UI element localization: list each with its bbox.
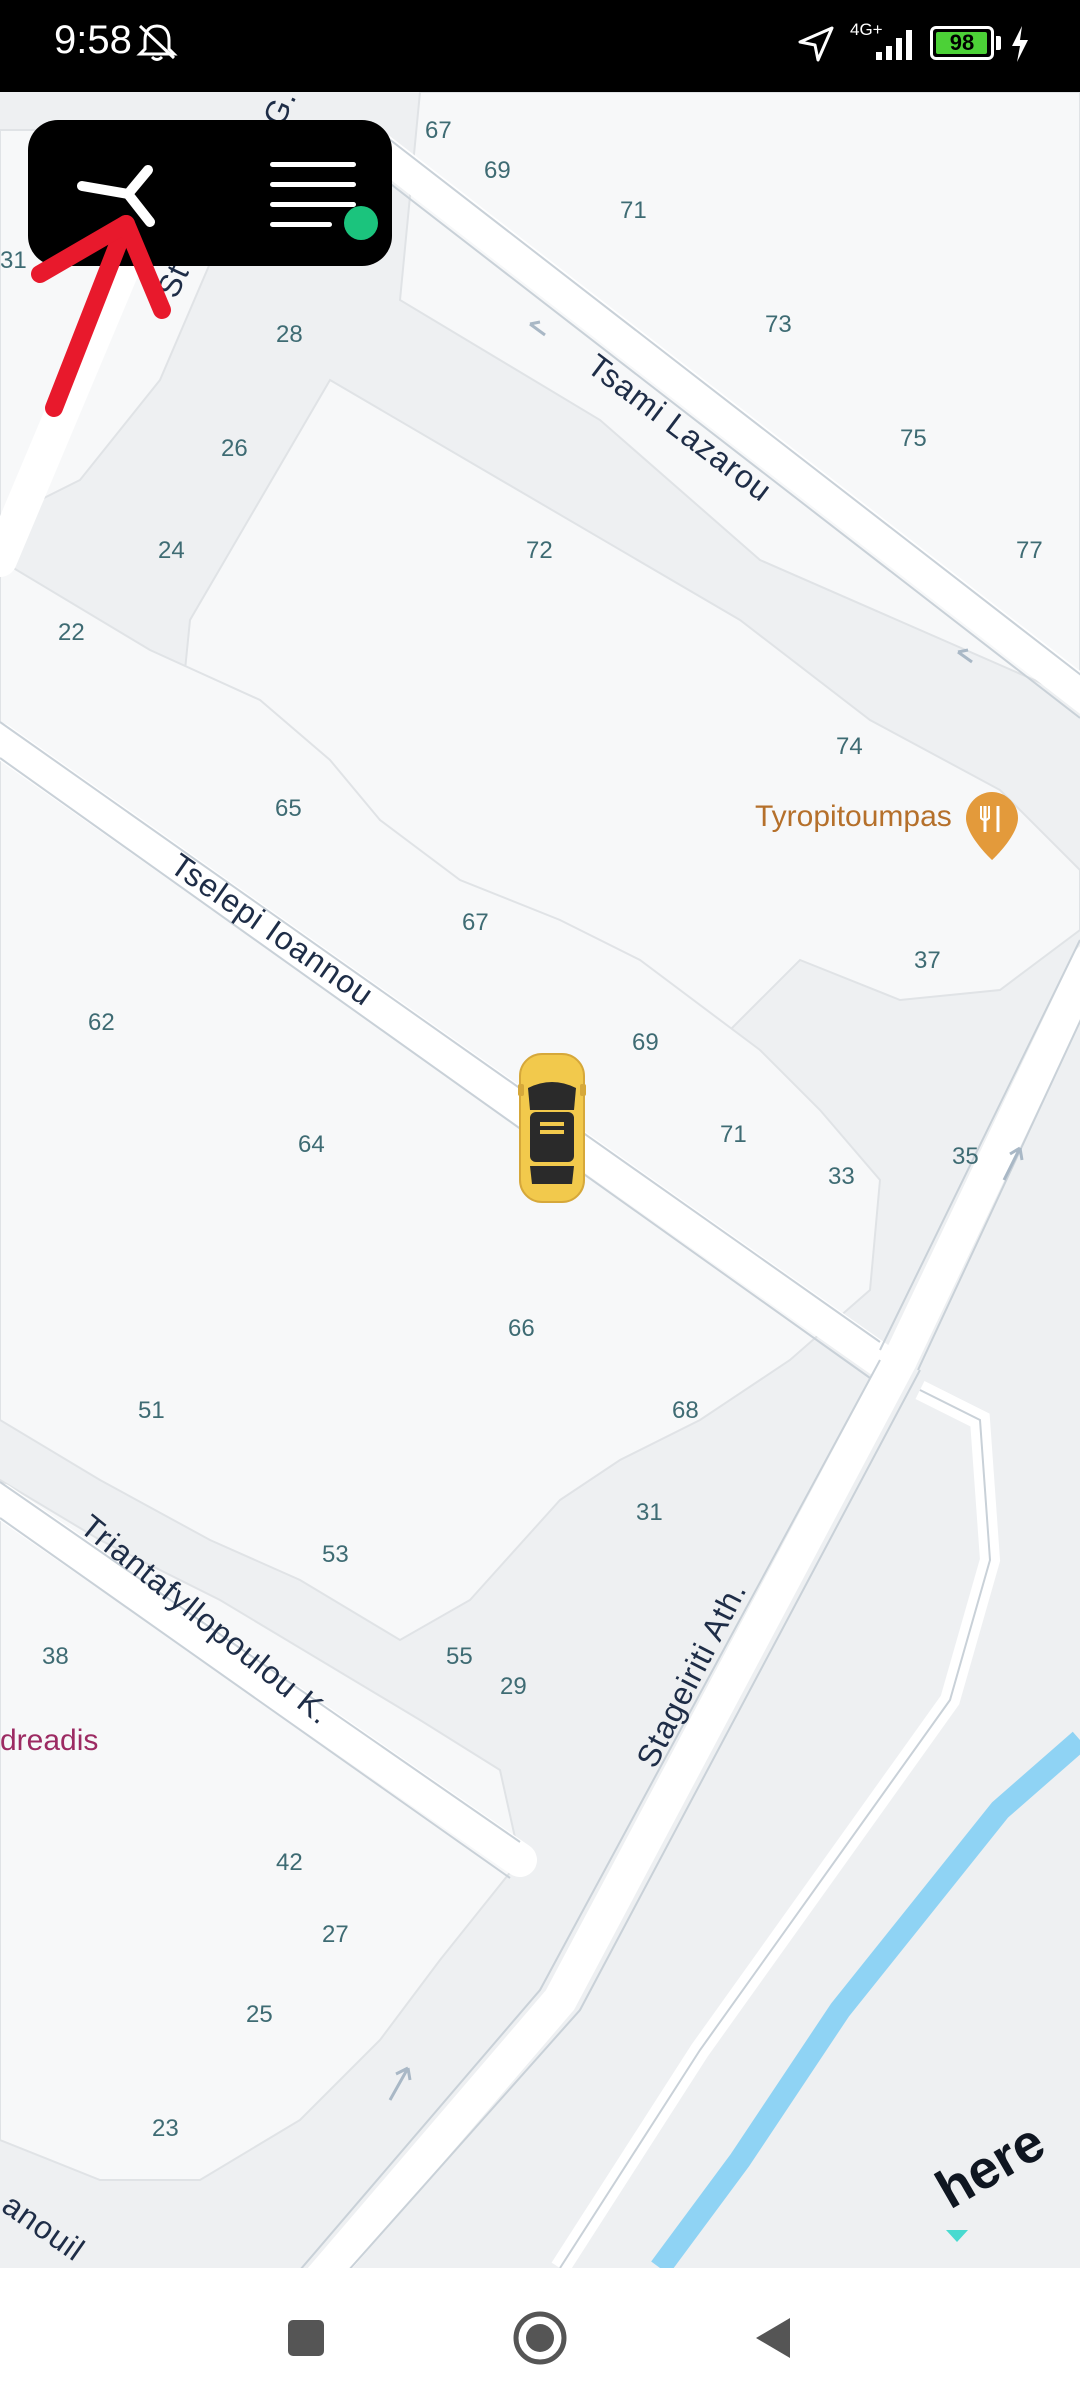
here-logo-icon: here [926,2111,1055,2220]
recents-icon[interactable] [276,2308,336,2368]
bell-off-icon [136,24,178,61]
poi-label[interactable]: Tyropitoumpas [755,800,952,833]
menu-icon [270,162,356,167]
street-label: Triantafyllopoulou K. [74,1507,339,1731]
one-way-arrow-icon [1002,1146,1024,1181]
street-label: Tselepi Ioannou [164,846,381,1013]
menu-button[interactable] [248,150,378,240]
one-way-arrow-icon [529,320,546,337]
battery-icon: 98 [930,26,994,60]
street-label: Stageiriti Ath. [629,1575,753,1773]
poi-label[interactable]: dreadis [0,1724,98,1757]
home-icon[interactable] [510,2308,570,2368]
status-bar: 9:58 4G+ 98 [0,0,1080,92]
battery-level: 98 [949,30,975,55]
red-arrow-icon [31,215,171,417]
back-icon[interactable] [744,2308,804,2368]
one-way-arrow-icon [957,648,973,664]
street-label: anouil [0,2186,92,2268]
charging-icon [1012,26,1028,62]
navigation-bar [0,2268,1080,2400]
location-arrow-icon [798,26,834,62]
svg-text:here: here [926,2111,1055,2220]
online-status-dot [344,206,378,240]
vehicle-icon[interactable] [518,1053,586,1203]
restaurant-icon[interactable] [966,792,1018,860]
one-way-arrow-icon [388,2066,412,2101]
clock: 9:58 [54,18,132,62]
signal-icon [876,30,912,60]
street-label: Tsami Lazarou [581,347,779,509]
